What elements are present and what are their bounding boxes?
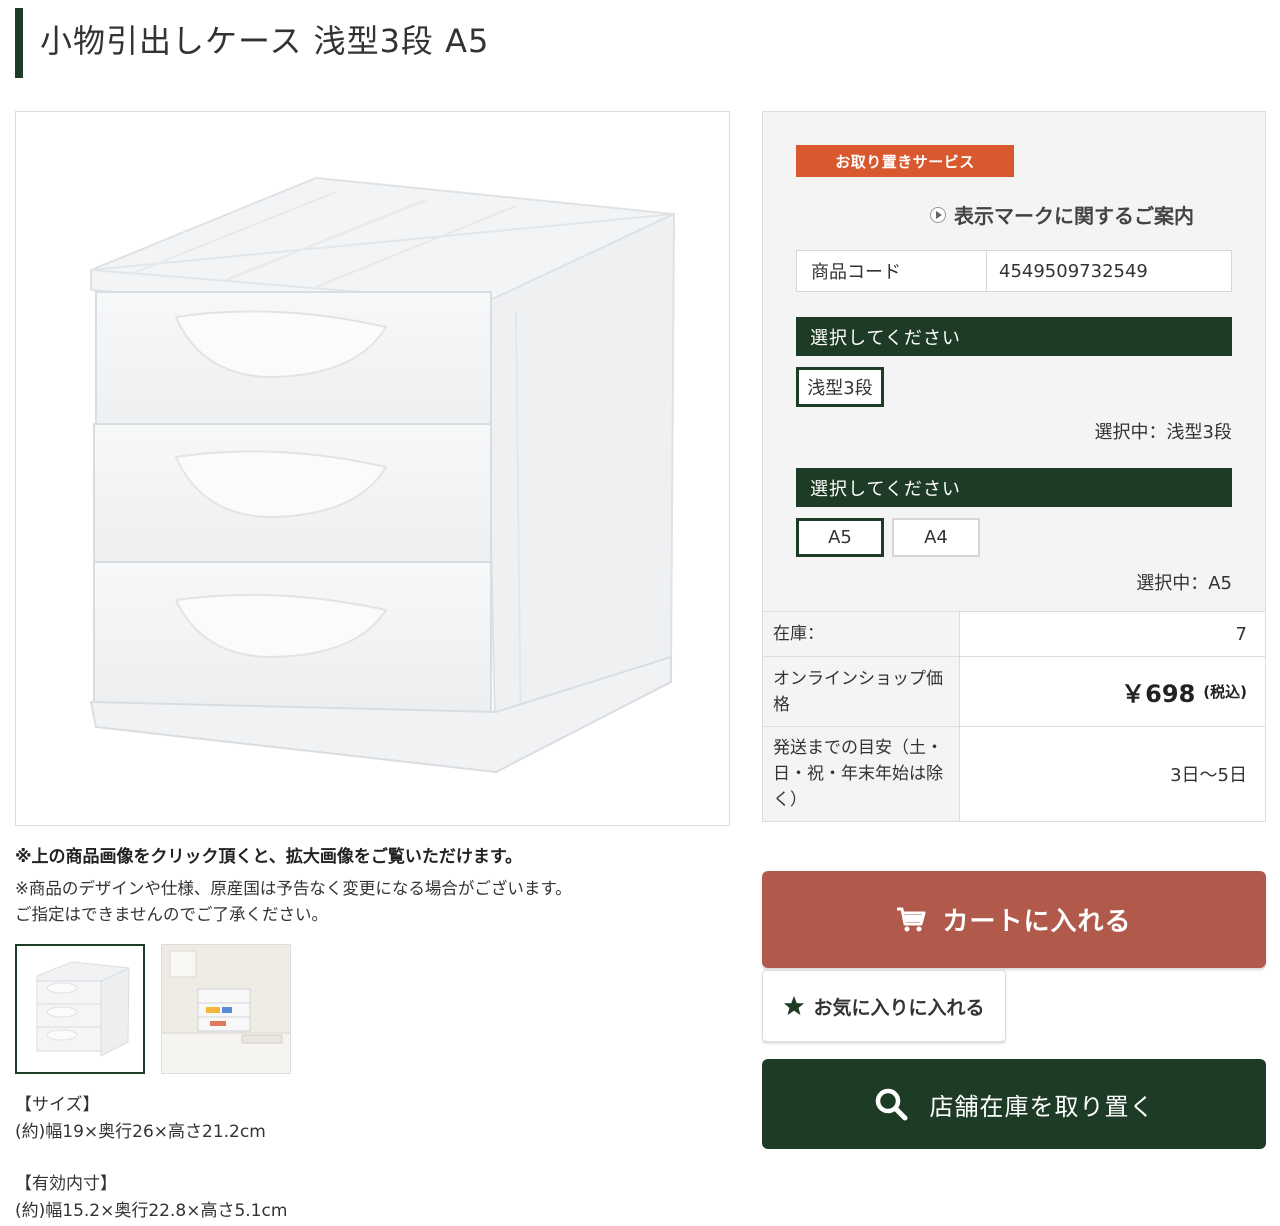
thumbnail-2[interactable]	[161, 944, 291, 1074]
option-label: 浅型3段	[807, 378, 873, 399]
star-icon	[783, 995, 805, 1017]
add-to-cart-button[interactable]: カートに入れる	[762, 871, 1266, 968]
reserve-store-stock-button[interactable]: 店舗在庫を取り置く	[762, 1059, 1266, 1149]
size-value: (約)幅19×奥行26×高さ21.2cm	[15, 1122, 266, 1142]
price-row: オンラインショップ価格 ￥698 (税込)	[763, 656, 1265, 726]
thumbnail-drawer-image	[36, 961, 130, 1057]
product-title: 小物引出しケース 浅型3段 A5	[40, 22, 490, 60]
inner-size-heading: 【有効内寸】	[15, 1174, 117, 1194]
size-heading: 【サイズ】	[15, 1095, 100, 1115]
variant2-selected: 選択中：A5	[1136, 573, 1232, 594]
shipping-value: 3日〜5日	[960, 727, 1265, 821]
price-value-cell: ￥698 (税込)	[960, 657, 1265, 726]
price-value: ￥698	[1121, 680, 1196, 708]
option-a4[interactable]: A4	[892, 518, 980, 557]
variant1-selected: 選択中：浅型3段	[1094, 422, 1232, 443]
display-mark-guide-link[interactable]: 表示マークに関するご案内	[930, 200, 1194, 229]
play-circle-icon	[930, 206, 946, 223]
product-code-row: 商品コード 4549509732549	[796, 250, 1232, 292]
variant2-select-header: 選択してください	[796, 468, 1232, 507]
stock-value: 7	[960, 612, 1265, 656]
stock-row: 在庫： 7	[763, 611, 1265, 656]
add-to-favorites-label: お気に入りに入れる	[813, 996, 985, 1019]
image-click-note: ※上の商品画像をクリック頂くと、拡大画像をご覧いただけます。	[15, 847, 523, 867]
option-label: A4	[924, 527, 948, 548]
stock-label: 在庫：	[763, 612, 960, 656]
reserve-store-stock-label: 店舗在庫を取り置く	[929, 1092, 1155, 1121]
search-icon	[874, 1087, 908, 1121]
disclaimer-line-2: ご指定はできませんのでご了承ください。	[15, 905, 329, 924]
option-a5[interactable]: A5	[796, 518, 884, 557]
product-main-image[interactable]	[15, 111, 730, 826]
add-to-favorites-button[interactable]: お気に入りに入れる	[762, 970, 1006, 1042]
guide-link-label: 表示マークに関するご案内	[954, 204, 1194, 228]
shipping-row: 発送までの目安（土・日・祝・年末年始は除く） 3日〜5日	[763, 726, 1265, 821]
option-shallow-3-tier[interactable]: 浅型3段	[796, 367, 884, 407]
product-code-label: 商品コード	[797, 251, 987, 291]
inner-size-value: (約)幅15.2×奥行22.8×高さ5.1cm	[15, 1201, 288, 1221]
product-code-value: 4549509732549	[999, 260, 1148, 282]
thumbnail-1[interactable]	[15, 944, 145, 1074]
title-accent-bar	[15, 8, 23, 78]
disclaimer-line-1: ※商品のデザインや仕様、原産国は予告なく変更になる場合がございます。	[15, 879, 572, 898]
thumbnail-room-image	[162, 945, 290, 1073]
cart-icon	[896, 907, 926, 933]
variant1-select-header: 選択してください	[796, 317, 1232, 356]
product-disclaimer: ※商品のデザインや仕様、原産国は予告なく変更になる場合がございます。 ご指定はで…	[15, 876, 572, 928]
price-label: オンラインショップ価格	[763, 657, 960, 726]
option-label: A5	[828, 527, 852, 548]
reservation-service-badge: お取り置きサービス	[796, 145, 1014, 177]
drawer-case-illustration	[89, 176, 676, 774]
price-tax-note: (税込)	[1203, 683, 1247, 701]
add-to-cart-label: カートに入れる	[942, 907, 1132, 937]
shipping-label: 発送までの目安（土・日・祝・年末年始は除く）	[763, 727, 960, 821]
